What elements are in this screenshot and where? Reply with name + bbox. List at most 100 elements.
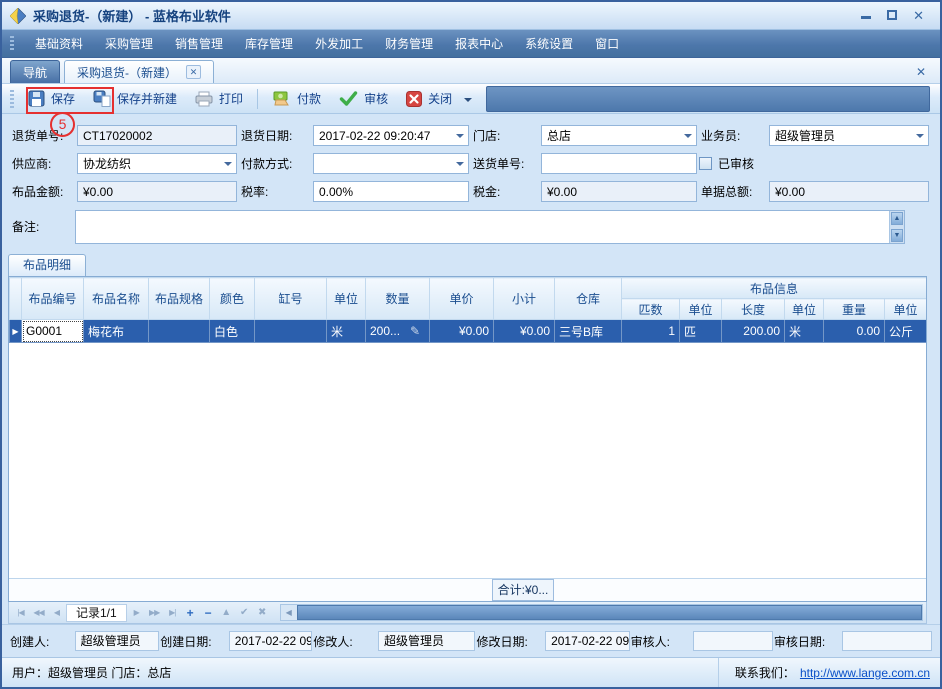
nav-insert-button[interactable]: + (182, 606, 199, 620)
col-header-pieces[interactable]: 匹数 (622, 299, 680, 320)
audit-button[interactable]: 审核 (331, 87, 396, 110)
cell-pieces-unit[interactable]: 匹 (680, 320, 722, 343)
cell-spec[interactable] (149, 320, 210, 343)
auditor-label: 审核人: (631, 633, 693, 650)
hscroll-thumb[interactable] (297, 605, 922, 620)
nav-delete-button[interactable]: − (200, 606, 217, 620)
cell-warehouse[interactable]: 三号B库 (555, 320, 622, 343)
menu-purchase[interactable]: 采购管理 (94, 30, 164, 57)
delivery-no-input[interactable] (541, 153, 697, 174)
menu-window[interactable]: 窗口 (584, 30, 630, 57)
total-amount-field: ¥0.00 (769, 181, 929, 202)
nav-prev-page-button[interactable]: ◀◀ (30, 608, 47, 617)
supplier-dropdown-icon[interactable] (224, 162, 232, 170)
return-date-dropdown-icon[interactable] (456, 134, 464, 142)
col-header-warehouse[interactable]: 仓库 (555, 278, 622, 320)
nav-first-button[interactable]: |◀ (12, 608, 29, 617)
supplier-select[interactable]: 协龙纺织 (77, 153, 237, 174)
hscroll-left-icon[interactable]: ◀ (281, 605, 297, 620)
close-dropdown-icon[interactable] (464, 98, 472, 106)
print-button[interactable]: 打印 (187, 87, 251, 110)
website-link[interactable]: http://www.lange.com.cn (800, 666, 930, 680)
col-header-spec[interactable]: 布品规格 (149, 278, 210, 320)
scroll-up-icon[interactable]: ▲ (891, 212, 903, 225)
row-indicator-header (10, 278, 22, 320)
payment-button[interactable]: 付款 (264, 87, 329, 110)
nav-prev-button[interactable]: ◀ (48, 608, 65, 617)
cell-code[interactable]: G0001 (22, 320, 84, 343)
creator-field: 超级管理员 (75, 631, 160, 651)
scroll-down-icon[interactable]: ▼ (891, 229, 903, 242)
col-header-weight[interactable]: 重量 (824, 299, 885, 320)
col-header-color[interactable]: 颜色 (210, 278, 255, 320)
menu-reports[interactable]: 报表中心 (444, 30, 514, 57)
col-header-subtotal[interactable]: 小计 (494, 278, 555, 320)
grid-horizontal-scrollbar[interactable]: ◀ (280, 604, 923, 621)
menu-basic-data[interactable]: 基础资料 (24, 30, 94, 57)
save-button[interactable]: 保存 (20, 87, 83, 110)
menu-inventory[interactable]: 库存管理 (234, 30, 304, 57)
col-header-weight-unit[interactable]: 单位 (885, 299, 927, 320)
menu-bar: 基础资料 采购管理 销售管理 库存管理 外发加工 财务管理 报表中心 系统设置 … (2, 30, 940, 58)
save-and-new-button[interactable]: 保存并新建 (85, 87, 185, 110)
store-select[interactable]: 总店 (541, 125, 697, 146)
payment-method-select[interactable] (313, 153, 469, 174)
menu-sales[interactable]: 销售管理 (164, 30, 234, 57)
salesman-select[interactable]: 超级管理员 (769, 125, 929, 146)
nav-post-button[interactable]: ✔ (236, 607, 253, 618)
cell-pieces[interactable]: 1 (622, 320, 680, 343)
return-no-field[interactable]: CT17020002 (77, 125, 237, 146)
close-button[interactable]: ✕ (913, 9, 924, 22)
col-header-name[interactable]: 布品名称 (84, 278, 149, 320)
menu-finance[interactable]: 财务管理 (374, 30, 444, 57)
menu-settings[interactable]: 系统设置 (514, 30, 584, 57)
tab-close-icon[interactable]: ✕ (186, 65, 201, 79)
remark-textarea[interactable]: ▲ ▼ (75, 210, 905, 244)
col-header-price[interactable]: 单价 (430, 278, 494, 320)
close-form-icon (406, 91, 422, 107)
audited-checkbox[interactable] (699, 157, 712, 170)
tab-purchase-return[interactable]: 采购退货-（新建） ✕ (64, 60, 214, 83)
col-header-qty[interactable]: 数量 (366, 278, 430, 320)
col-header-vat[interactable]: 缸号 (255, 278, 327, 320)
menu-outsourcing[interactable]: 外发加工 (304, 30, 374, 57)
return-date-field[interactable]: 2017-02-22 09:20:47 (313, 125, 469, 146)
col-header-length-unit[interactable]: 单位 (785, 299, 824, 320)
col-header-code[interactable]: 布品编号 (22, 278, 84, 320)
col-header-pieces-unit[interactable]: 单位 (680, 299, 722, 320)
nav-cancel-button[interactable]: ✖ (254, 607, 271, 618)
cell-weight[interactable]: 0.00 (824, 320, 885, 343)
cell-qty[interactable]: 200...✎ (366, 320, 430, 343)
nav-last-button[interactable]: ▶| (164, 608, 181, 617)
maximize-button[interactable] (887, 9, 897, 22)
payment-method-dropdown-icon[interactable] (456, 162, 464, 170)
cell-weight-unit[interactable]: 公斤 (885, 320, 927, 343)
tax-rate-input[interactable]: 0.00% (313, 181, 469, 202)
menubar-grip (10, 36, 14, 52)
delivery-no-label: 送货单号: (471, 155, 539, 172)
nav-next-button[interactable]: ▶ (128, 608, 145, 617)
tabbar-close-icon[interactable]: ✕ (916, 65, 926, 79)
nav-next-page-button[interactable]: ▶▶ (146, 608, 163, 617)
payment-method-label: 付款方式: (239, 155, 311, 172)
close-form-button[interactable]: 关闭 (398, 87, 460, 110)
minimize-button[interactable] (861, 9, 871, 22)
col-header-unit[interactable]: 单位 (327, 278, 366, 320)
col-header-length[interactable]: 长度 (722, 299, 785, 320)
cell-price[interactable]: ¥0.00 (430, 320, 494, 343)
remark-scrollbar[interactable]: ▲ ▼ (889, 211, 904, 243)
annotation-step-badge: 5 (50, 112, 75, 137)
cell-name[interactable]: 梅花布 (84, 320, 149, 343)
cell-subtotal[interactable]: ¥0.00 (494, 320, 555, 343)
cell-length[interactable]: 200.00 (722, 320, 785, 343)
tab-navigation[interactable]: 导航 (10, 60, 60, 83)
cell-unit[interactable]: 米 (327, 320, 366, 343)
remark-row: 备注: ▲ ▼ (10, 210, 940, 244)
nav-edit-button[interactable]: ▲ (218, 607, 235, 618)
salesman-dropdown-icon[interactable] (916, 134, 924, 142)
store-dropdown-icon[interactable] (684, 134, 692, 142)
cell-length-unit[interactable]: 米 (785, 320, 824, 343)
tab-fabric-detail[interactable]: 布品明细 (8, 254, 86, 276)
cell-vat[interactable] (255, 320, 327, 343)
cell-color[interactable]: 白色 (210, 320, 255, 343)
